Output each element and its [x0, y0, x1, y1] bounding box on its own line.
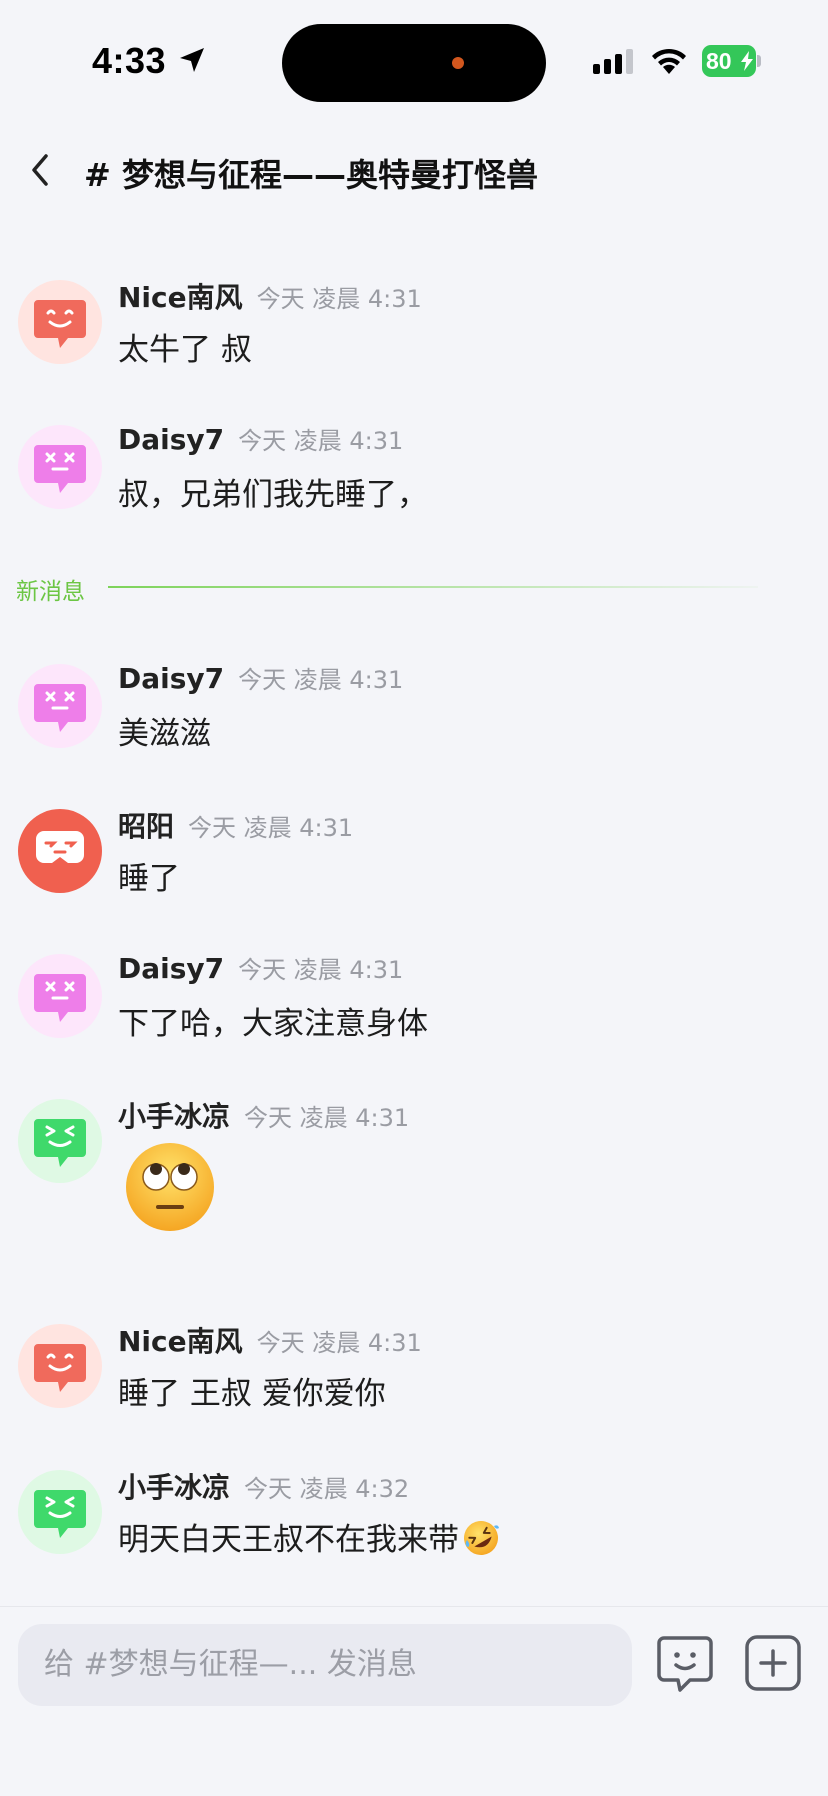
message-item: Daisy7 今天 凌晨 4:31 下了哈，大家注意身体: [0, 950, 828, 1050]
battery-indicator: 80: [702, 45, 756, 77]
message-item: Nice南风 今天 凌晨 4:31 睡了 王叔 爱你爱你: [0, 1320, 828, 1420]
red-gamepad-face-icon[interactable]: [18, 809, 102, 893]
message-timestamp: 今天 凌晨 4:31: [188, 814, 354, 842]
message-header: 小手冰凉 今天 凌晨 4:32: [118, 1466, 409, 1506]
message-header: 小手冰凉 今天 凌晨 4:31: [118, 1095, 409, 1135]
message-input[interactable]: 给 #梦想与征程—... 发消息: [18, 1624, 632, 1706]
magenta-dizzy-icon[interactable]: [18, 664, 102, 748]
message-timestamp: 今天 凌晨 4:31: [244, 1104, 410, 1132]
message-text: 叔，兄弟们我先睡了，: [118, 477, 428, 513]
dynamic-island: [282, 24, 546, 102]
camera-indicator-dot: [452, 57, 464, 69]
message-text: 美滋滋: [118, 716, 211, 752]
message-text: 明天白天王叔不在我来带: [118, 1514, 501, 1559]
message-timestamp: 今天 凌晨 4:31: [238, 427, 404, 455]
composer-divider: [0, 1606, 828, 1607]
message-text: 下了哈，大家注意身体: [118, 1006, 428, 1042]
pink-smile-icon[interactable]: [18, 280, 102, 364]
wifi-icon: [652, 48, 686, 74]
magenta-dizzy-icon[interactable]: [18, 425, 102, 509]
channel-title[interactable]: # 梦想与征程——奥特曼打怪兽: [84, 150, 538, 196]
message-header: Nice南风 今天 凌晨 4:31: [118, 1320, 422, 1360]
message-header: Daisy7 今天 凌晨 4:31: [118, 950, 403, 985]
message-header: 昭阳 今天 凌晨 4:31: [118, 805, 353, 845]
green-squint-icon[interactable]: [18, 1470, 102, 1554]
message-text: 太牛了 叔: [118, 332, 252, 368]
battery-cap: [757, 55, 761, 67]
message-text: 睡了: [118, 861, 180, 897]
message-timestamp: 今天 凌晨 4:31: [256, 285, 422, 313]
location-arrow-icon: [180, 48, 204, 72]
pink-smile-icon[interactable]: [18, 1324, 102, 1408]
sticker-face-icon[interactable]: [654, 1632, 716, 1694]
sender-name[interactable]: Nice南风: [118, 281, 243, 314]
channel-header: # 梦想与征程——奥特曼打怪兽: [0, 130, 828, 210]
message-item: 昭阳 今天 凌晨 4:31 睡了: [0, 805, 828, 905]
sender-name[interactable]: Nice南风: [118, 1325, 243, 1358]
message-item: 小手冰凉 今天 凌晨 4:32 明天白天王叔不在我来带: [0, 1466, 828, 1566]
new-messages-divider: 新消息: [0, 568, 828, 605]
message-item: Daisy7 今天 凌晨 4:31 叔，兄弟们我先睡了，: [0, 421, 828, 521]
message-item: Daisy7 今天 凌晨 4:31 美滋滋: [0, 660, 828, 760]
message-timestamp: 今天 凌晨 4:31: [238, 956, 404, 984]
new-messages-label: 新消息: [16, 579, 85, 605]
green-squint-icon[interactable]: [18, 1099, 102, 1183]
sender-name[interactable]: Daisy7: [118, 423, 224, 456]
message-header: Nice南风 今天 凌晨 4:31: [118, 276, 422, 316]
message-item: Nice南风 今天 凌晨 4:31 太牛了 叔: [0, 276, 828, 376]
rolling-laughing-emoji: [464, 1521, 499, 1555]
message-text: 睡了 王叔 爱你爱你: [118, 1376, 386, 1412]
message-header: Daisy7 今天 凌晨 4:31: [118, 421, 403, 456]
message-timestamp: 今天 凌晨 4:32: [244, 1475, 410, 1503]
message-timestamp: 今天 凌晨 4:31: [238, 666, 404, 694]
sender-name[interactable]: Daisy7: [118, 662, 224, 695]
eye-roll-emoji: [126, 1143, 214, 1231]
status-bar: 4:33 80: [0, 0, 828, 120]
message-timestamp: 今天 凌晨 4:31: [256, 1329, 422, 1357]
message-item: 小手冰凉 今天 凌晨 4:31: [0, 1095, 828, 1255]
sender-name[interactable]: 小手冰凉: [118, 1471, 230, 1504]
charging-bolt-icon: [741, 51, 753, 71]
message-text-content: 明天白天王叔不在我来带: [118, 1522, 459, 1558]
message-header: Daisy7 今天 凌晨 4:31: [118, 660, 403, 695]
status-time: 4:33: [92, 40, 167, 81]
battery-level: 80: [706, 48, 732, 74]
sender-name[interactable]: Daisy7: [118, 952, 224, 985]
cellular-signal-icon: [593, 49, 633, 74]
back-chevron-icon[interactable]: [26, 152, 54, 188]
add-plus-icon[interactable]: [744, 1634, 802, 1692]
sender-name[interactable]: 昭阳: [118, 810, 174, 843]
divider-line: [108, 586, 758, 588]
magenta-dizzy-icon[interactable]: [18, 954, 102, 1038]
sender-name[interactable]: 小手冰凉: [118, 1100, 230, 1133]
